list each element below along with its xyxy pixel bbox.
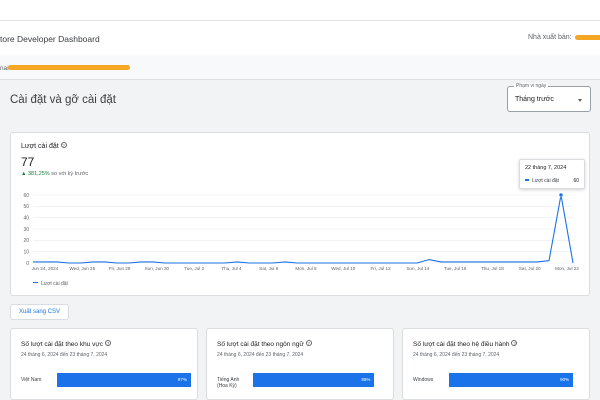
page-title: Cài đặt và gỡ cài đặt — [10, 94, 116, 106]
x-tick-label: Wed, Jul 10 — [331, 266, 356, 271]
os-card-title: Số lượt cài đặt theo hệ điều hành? — [413, 340, 518, 348]
tooltip-value: 60 — [573, 178, 579, 184]
app-subbar: nai — [0, 56, 600, 80]
y-tick-label: 60 — [23, 193, 29, 199]
x-tick-label: Fri, Jul 12 — [370, 266, 391, 271]
os-row-pct: 90% — [560, 377, 570, 382]
chevron-down-icon — [578, 99, 582, 102]
installs-line-chart[interactable]: 0 10 20 30 40 50 60 Jun 24, 2024 Wed, Jun 26 Fri,… — [11, 133, 591, 297]
os-card-subtitle: 24 tháng 6, 2024 đến 23 tháng 7, 2024 — [413, 352, 500, 358]
os-row-bar[interactable]: 90% — [449, 373, 574, 387]
x-tick-label: Thu, Jul 4 — [221, 266, 242, 271]
publisher-label: Nhà xuất bản: — [528, 34, 572, 41]
x-tick-label: Sun, Jul 14 — [406, 266, 429, 271]
legend-swatch — [33, 281, 38, 283]
app-name-redaction — [8, 65, 130, 70]
help-icon[interactable]: ? — [305, 340, 312, 346]
help-icon[interactable]: ? — [104, 340, 111, 346]
date-range-value: Tháng trước — [515, 96, 554, 103]
y-tick-label: 50 — [23, 204, 29, 210]
main-content: Cài đặt và gỡ cài đặt Phạm vi ngày Tháng… — [0, 80, 600, 400]
y-tick-label: 20 — [23, 238, 29, 244]
x-tick-label: Sat, Jul 20 — [519, 266, 541, 271]
region-card: Số lượt cài đặt theo khu vực? 24 tháng 6… — [10, 328, 198, 400]
language-card-title: Số lượt cài đặt theo ngôn ngữ? — [217, 340, 312, 348]
y-tick-label: 0 — [26, 261, 29, 267]
highlight-point — [558, 192, 564, 198]
region-card-title-text: Số lượt cài đặt theo khu vực — [21, 341, 103, 348]
date-range-select[interactable]: Phạm vi ngày Tháng trước — [507, 83, 591, 112]
export-csv-button[interactable]: Xuất sang CSV — [10, 304, 70, 320]
date-range-label: Phạm vi ngày — [514, 83, 549, 89]
x-tick-label: Tue, Jul 2 — [184, 266, 204, 271]
x-tick-label: Thu, Jul 18 — [481, 266, 504, 271]
x-tick-label: Sun, Jun 30 — [145, 266, 170, 271]
region-card-title: Số lượt cài đặt theo khu vực? — [21, 340, 111, 348]
language-card-title-text: Số lượt cài đặt theo ngôn ngữ — [217, 341, 304, 348]
region-row-label: Việt Nam — [21, 377, 42, 383]
y-tick-label: 40 — [23, 215, 29, 221]
tooltip-date: 22 tháng 7, 2024 — [525, 165, 567, 171]
x-tick-label: Mon, Jul 22 — [555, 266, 579, 271]
language-row-label: Tiếng Anh (Hoa Kỳ) — [217, 377, 240, 389]
os-card: Số lượt cài đặt theo hệ điều hành? 24 th… — [402, 328, 590, 400]
chart-legend[interactable]: Lượt cài đặt — [33, 281, 68, 287]
chart-tooltip: 22 tháng 7, 2024 Lượt cài đặt 60 — [519, 159, 585, 189]
tooltip-swatch — [525, 179, 529, 181]
x-tick-label: Mon, Jul 8 — [295, 266, 317, 271]
x-tick-label: Wed, Jun 26 — [69, 266, 95, 271]
tooltip-series-label: Lượt cài đặt — [532, 178, 559, 184]
legend-label: Lượt cài đặt — [41, 281, 68, 287]
help-icon[interactable]: ? — [511, 340, 518, 346]
x-tick-label: Fri, Jun 28 — [109, 266, 131, 271]
os-card-title-text: Số lượt cài đặt theo hệ điều hành — [413, 341, 510, 348]
language-row-bar[interactable]: 88% — [253, 373, 375, 387]
x-tick-label: Tue, Jul 16 — [444, 266, 467, 271]
y-tick-label: 10 — [23, 249, 29, 255]
region-row-bar[interactable]: 97% — [57, 373, 191, 387]
region-card-subtitle: 24 tháng 6, 2024 đến 23 tháng 7, 2024 — [21, 352, 108, 358]
language-row-pct: 88% — [361, 377, 371, 382]
language-card-subtitle: 24 tháng 6, 2024 đến 23 tháng 7, 2024 — [217, 352, 304, 358]
x-tick-label: Jun 24, 2024 — [32, 266, 59, 271]
os-row-label: Windows — [413, 377, 434, 383]
x-tick-label: Sat, Jul 6 — [259, 266, 279, 271]
top-divider — [0, 20, 600, 21]
y-tick-label: 30 — [23, 227, 29, 233]
publisher-redaction — [575, 35, 600, 40]
tooltip-series: Lượt cài đặt — [525, 178, 559, 184]
installs-card: Lượt cài đặt? 77 ▲ 381,25% so với kỳ trư… — [10, 132, 590, 296]
language-card: Số lượt cài đặt theo ngôn ngữ? 24 tháng … — [206, 328, 394, 400]
app-title: tore Developer Dashboard — [0, 34, 100, 44]
app-header: tore Developer Dashboard Nhà xuất bản: — [0, 22, 600, 54]
region-row-pct: 97% — [177, 377, 187, 382]
